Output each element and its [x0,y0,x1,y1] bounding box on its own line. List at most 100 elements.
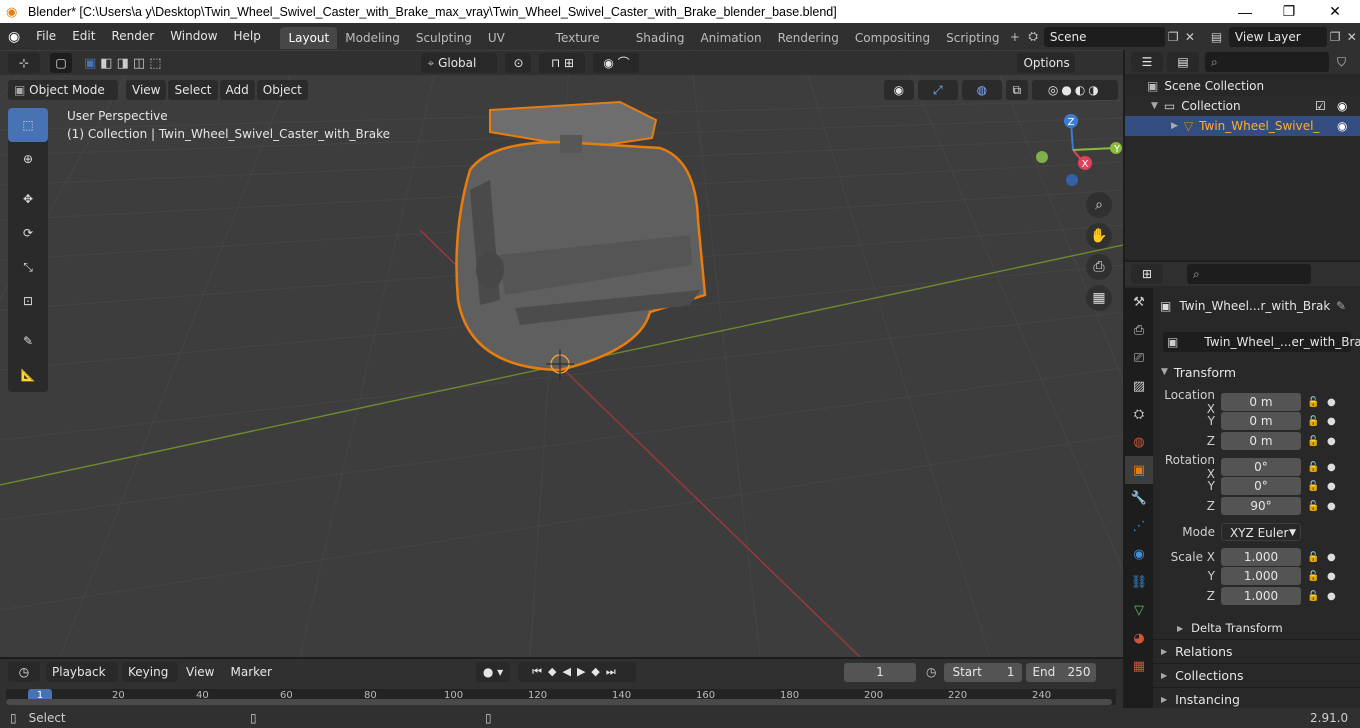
keyframe-dot-icon[interactable]: ● [1327,571,1336,582]
end-frame-field[interactable]: End 250 [1026,662,1097,682]
keyframe-dot-icon[interactable]: ● [1327,416,1336,427]
view-layer-field[interactable]: View Layer [1228,26,1327,47]
menu-edit[interactable]: Edit [64,23,103,50]
maximize-button[interactable]: ❐ [1266,0,1312,23]
object-tab-icon[interactable]: ▣ [1125,456,1153,484]
lock-icon[interactable]: 🔓 [1307,591,1321,602]
mode-extend-icon[interactable]: ◧ [100,56,112,71]
viewport-menu-add[interactable]: Add [219,80,255,100]
scale-z-field[interactable]: 1.000 [1221,587,1301,605]
tab-animation[interactable]: Animation [692,27,769,49]
expand-arrow-icon[interactable]: ▼ [1151,101,1158,111]
location-x-field[interactable]: 0 m [1221,393,1301,411]
tab-uv-editing[interactable]: UV Editing [480,27,548,67]
rotation-y-field[interactable]: 0° [1221,477,1301,495]
tab-layout[interactable]: Layout [280,27,338,49]
properties-search-input[interactable]: ⌕ [1187,264,1311,284]
delta-transform-subpanel[interactable]: ▶ Delta Transform [1153,616,1360,640]
keyframe-dot-icon[interactable]: ● [1327,436,1336,447]
keyframe-dot-icon[interactable]: ● [1327,481,1336,492]
editor-type-icon[interactable]: ⊹ [8,53,40,73]
data-tab-icon[interactable]: ▽ [1125,596,1153,624]
view-layer-tab-icon[interactable]: ▨ [1125,372,1153,400]
measure-tool-icon[interactable]: 📐 [8,358,48,392]
lock-icon[interactable]: 🔓 [1307,416,1321,427]
scale-x-field[interactable]: 1.000 [1221,548,1301,566]
lock-icon[interactable]: 🔓 [1307,571,1321,582]
location-z-field[interactable]: 0 m [1221,432,1301,450]
world-tab-icon[interactable]: ◍ [1125,428,1153,456]
outliner-collection-row[interactable]: ▼ ▭ Collection ☑ ◉ [1125,96,1360,116]
current-frame-field[interactable]: 1 [843,662,916,682]
gizmo-toggle-icon[interactable]: ⤢ [917,80,958,100]
timeline-scrollbar[interactable] [6,699,1112,705]
overlays-icon[interactable]: ◍ [961,80,1002,100]
lock-icon[interactable]: 🔓 [1307,481,1321,492]
transform-tool-icon[interactable]: ⊡ [8,284,48,318]
output-tab-icon[interactable]: ⎚ [1125,344,1153,372]
outliner-object-row[interactable]: ▶ ▽ Twin_Wheel_Swivel_ ◉ [1125,116,1360,136]
proportional-edit-icon[interactable]: ◉ ⌒ [593,53,640,73]
move-tool-icon[interactable]: ✥ [8,182,48,216]
relations-panel[interactable]: ▶ Relations [1153,639,1360,663]
scene-field[interactable]: Scene [1043,26,1166,47]
3d-viewport[interactable]: Z Y X User Perspective (1) Collection | … [0,50,1123,657]
modifier-tab-icon[interactable]: 🔧 [1125,484,1153,512]
minimize-button[interactable]: — [1222,0,1268,23]
view-layer-icon[interactable]: ▤ [1204,30,1229,44]
playback-controls[interactable]: ⏮◆◀▶◆⏭ [517,662,636,682]
cursor-tool-icon[interactable]: ⊕ [8,142,48,176]
zoom-icon[interactable]: ⌕ [1086,192,1112,218]
camera-icon[interactable]: ⎙ [1086,254,1112,280]
new-view-layer-icon[interactable]: ❐ [1327,30,1344,44]
physics-tab-icon[interactable]: ◉ [1125,540,1153,568]
tab-rendering[interactable]: Rendering [770,27,847,49]
collection-visibility-eye-icon[interactable]: ◉ [1337,99,1347,113]
record-icon[interactable]: ● ▾ [475,662,510,682]
select-tool-icon[interactable]: ⬚ [8,108,48,142]
scale-y-field[interactable]: 1.000 [1221,567,1301,585]
keyframe-dot-icon[interactable]: ● [1327,552,1336,563]
lock-icon[interactable]: 🔓 [1307,552,1321,563]
stopwatch-icon[interactable]: ◷ [926,665,936,679]
texture-tab-icon[interactable]: ▦ [1125,652,1153,680]
delete-scene-icon[interactable]: ✕ [1182,30,1199,44]
object-datablock-field[interactable]: ▣ Twin_Wheel_...er_with_Brake [1163,332,1360,352]
properties-editor-icon[interactable]: ⊞ [1131,264,1163,284]
outliner-editor-icon[interactable]: ☰ [1131,52,1163,72]
transform-panel-header[interactable]: ▼ Transform [1153,360,1360,384]
particles-tab-icon[interactable]: ⋰ [1125,512,1153,540]
timeline-ruler[interactable]: 1 20 40 60 80 100 120 140 160 180 200 22… [6,689,1116,705]
tab-compositing[interactable]: Compositing [847,27,938,49]
material-tab-icon[interactable]: ◕ [1125,624,1153,652]
scale-tool-icon[interactable]: ⤡ [8,250,48,284]
scene-icon[interactable]: ⛭ [1022,29,1044,44]
pan-hand-icon[interactable]: ✋ [1086,223,1112,249]
new-scene-icon[interactable]: ❐ [1165,30,1182,44]
visibility-eye-icon[interactable]: ◉ [883,80,914,100]
caster-model[interactable] [455,100,707,380]
render-tab-icon[interactable]: ⎙ [1125,316,1153,344]
rotation-x-field[interactable]: 0° [1221,458,1301,476]
keyframe-dot-icon[interactable]: ● [1327,591,1336,602]
location-y-field[interactable]: 0 m [1221,412,1301,430]
keyframe-dot-icon[interactable]: ● [1327,501,1336,512]
keyframe-dot-icon[interactable]: ● [1327,397,1336,408]
tool-tab-icon[interactable]: ⚒ [1125,288,1153,316]
tab-shading[interactable]: Shading [628,27,693,49]
pin-icon[interactable]: ✎ [1336,299,1346,313]
mode-dropdown[interactable]: ▣ Object Mode [8,80,118,100]
outliner-search-input[interactable]: ⌕ [1205,52,1329,72]
options-dropdown[interactable]: Options [1017,53,1076,73]
delete-view-layer-icon[interactable]: ✕ [1343,30,1360,44]
tab-sculpting[interactable]: Sculpting [408,27,480,49]
close-button[interactable]: ✕ [1312,0,1358,23]
menu-render[interactable]: Render [103,23,162,50]
timeline-marker-menu[interactable]: Marker [222,659,279,686]
mode-difference-icon[interactable]: ◫ [133,56,145,71]
shading-modes-icon[interactable]: ◎●◐◑ [1031,80,1118,100]
viewport-menu-object[interactable]: Object [256,80,308,100]
add-workspace-icon[interactable]: + [1008,30,1023,44]
viewport-menu-select[interactable]: Select [168,80,218,100]
select-box-tool-icon[interactable]: ▢ [50,53,72,73]
